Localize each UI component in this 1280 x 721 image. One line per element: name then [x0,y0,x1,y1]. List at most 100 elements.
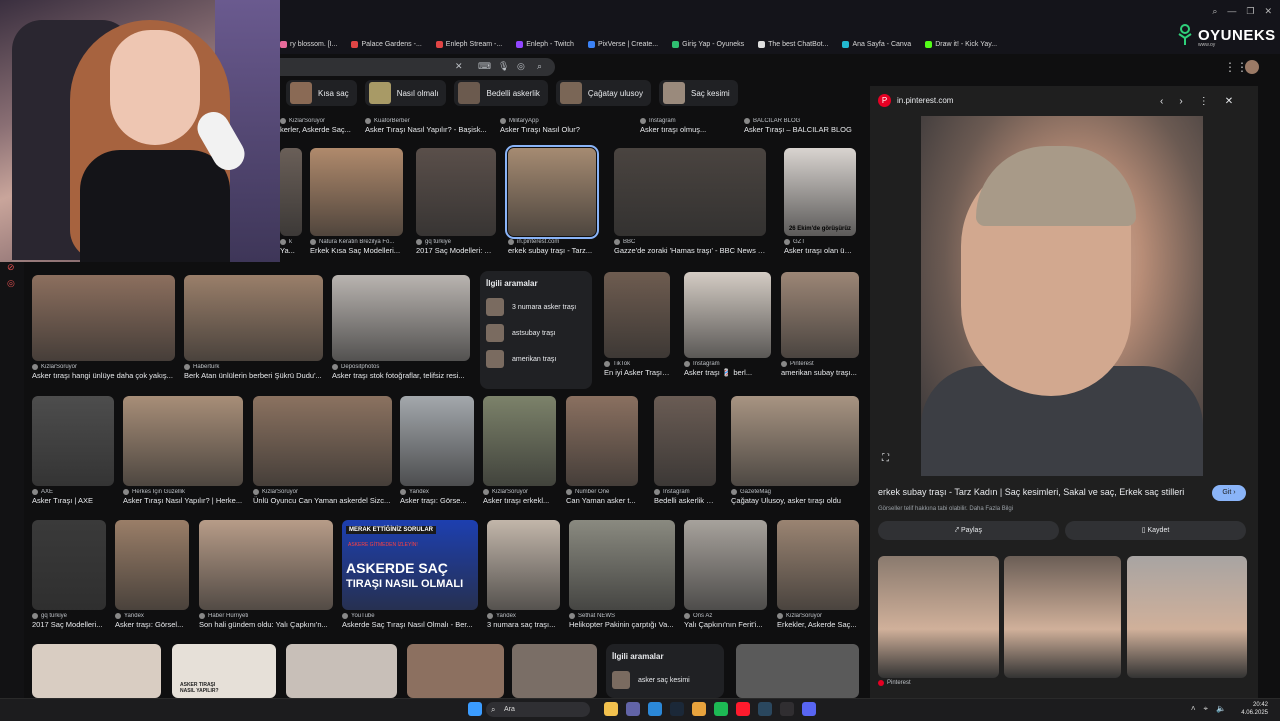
image-result[interactable]: KizlarSoruyor Asker tıraşı erkekl... [483,396,556,505]
chrome-icon[interactable] [692,702,706,716]
image-result[interactable]: KizlarSoruyor Asker tıraşı hangi ünlüye d… [32,275,175,380]
image-result[interactable] [32,644,161,698]
volume-icon[interactable]: 🔈 [1216,704,1226,714]
bookmark-item[interactable]: The best ChatBot... [758,36,828,52]
filter-chip[interactable]: Kısa saç [286,80,357,106]
image-result[interactable]: k Ya... [280,148,302,255]
image-result[interactable]: Pinterest amerikan subay traşı... [781,272,859,377]
avatar[interactable] [1245,60,1259,74]
opera-icon[interactable] [736,702,750,716]
taskbar-search[interactable]: ⌕ Ara [486,702,590,717]
panel-source[interactable]: P in.pinterest.com [878,94,953,107]
image-result[interactable]: BALCILAR BLOG Asker Tıraşı – BALCILAR BLO… [744,115,854,134]
close-icon[interactable]: ✕ [1264,6,1272,17]
bookmark-item[interactable]: Draw it! - Kick Yay... [925,36,997,52]
file-explorer-icon[interactable] [604,702,618,716]
image-result[interactable]: Haberturk Berk Atan ünlülerin berberi Şük… [184,275,323,380]
image-result[interactable]: Yandex 3 numara saç traşı... [487,520,560,629]
share-button[interactable]: ⤤ Paylaş [878,521,1059,540]
previous-icon[interactable]: ‹ [1160,96,1163,107]
keyboard-icon[interactable]: ⌨ [478,61,491,72]
search-input[interactable]: ✕ ⌨ 🎙 ◎ ⌕ [280,58,555,76]
chat-icon[interactable] [626,702,640,716]
save-button[interactable]: ▯ Kaydet [1065,521,1246,540]
image-result[interactable]: Herkes İçin Güzellik Asker Tıraşı Nasıl Y… [123,396,243,505]
image-result[interactable]: ASKER TIRAŞI NASIL YAPILIR? [172,644,276,698]
preview-image[interactable] [921,116,1203,476]
image-result[interactable]: KizlarSoruyor kerler, Askerde Saç... [280,115,360,134]
filter-chip[interactable]: Saç kesimi [659,80,738,106]
location-icon[interactable]: ⌖ [1204,704,1209,714]
lens-icon[interactable]: ◎ [517,61,525,72]
related-search-item[interactable]: asker saç kesimi [606,667,724,693]
image-result[interactable]: KizlarSoruyor Ünlü Oyuncu Can Yaman asker… [253,396,392,505]
filter-chip[interactable]: Bedelli askerlik [454,80,548,106]
steam-icon[interactable] [670,702,684,716]
filter-chip[interactable]: Nasıl olmalı [364,80,447,106]
related-image[interactable] [878,556,999,678]
panel-title[interactable]: erkek subay traşı - Tarz Kadın | Saç kes… [878,487,1198,497]
bookmark-item[interactable]: PixVerse | Create... [587,36,658,52]
image-result[interactable] [407,644,504,698]
image-result[interactable]: Number One Can Yaman asker t... [566,396,638,505]
search-icon[interactable]: ⌕ [1212,6,1217,17]
image-result[interactable] [512,644,597,698]
clock[interactable]: 20:42 4.06.2025 [1241,701,1268,717]
close-icon[interactable]: ✕ [1225,96,1233,107]
widgets-icon[interactable] [648,702,662,716]
image-result[interactable]: KizlarSoruyor Erkekler, Askerde Saç... [777,520,859,629]
bookmark-item[interactable]: Ana Sayfa - Canva [842,36,911,52]
image-result[interactable]: Instagram Asker tıraşı olmuş... [640,115,730,134]
windows-start-icon[interactable] [468,702,482,716]
next-icon[interactable]: › [1179,96,1182,107]
chevron-up-icon[interactable]: ˄ [1191,704,1196,714]
image-result[interactable]: Instagram Asker traşı 💈 berl... [684,272,771,377]
notification-icon[interactable]: ⊘ [7,262,15,273]
image-result[interactable]: Instagram Bedelli askerlik gör... [654,396,716,505]
lens-search-icon[interactable]: ⛶ [882,453,889,464]
image-result[interactable] [286,644,397,698]
image-result[interactable]: gq türkiye 2017 Saç Modelleri: As... [416,148,496,255]
bookmark-item[interactable]: ry blossom. [I... [280,36,337,52]
image-result[interactable]: gq türkiye 2017 Saç Modelleri... [32,520,106,629]
clear-icon[interactable]: ✕ [455,61,463,72]
bookmark-item[interactable]: Palace Gardens -... [351,36,422,52]
image-result[interactable]: BBC Gazze'de zoraki 'Hamas traşı' - BBC N… [614,148,766,255]
related-image[interactable] [1127,556,1247,678]
related-image[interactable] [1004,556,1121,678]
image-result[interactable]: AXE Asker Tıraşı | AXE [32,396,114,505]
minimize-icon[interactable]: — [1227,6,1236,17]
image-result[interactable]: 26 Ekim'de görüşürüz GZT Asker tıraşı olan… [784,148,856,255]
discord-icon[interactable] [802,702,816,716]
bookmark-item[interactable]: Enleph - Twitch [516,36,574,52]
steam-alt-icon[interactable] [758,702,772,716]
settings-icon[interactable]: ◎ [7,278,15,289]
restore-icon[interactable]: ❐ [1246,6,1254,17]
related-search-item[interactable]: astsubay traşı [480,320,592,346]
image-result[interactable]: Haber Hürriyeti Son hali gündem oldu: Yal… [199,520,333,629]
image-result[interactable]: Yandex Asker traşı: Görsel... [115,520,189,629]
image-result[interactable]: Yandex Asker traşı: Görse... [400,396,474,505]
bookmark-item[interactable]: Giriş Yap - Oyuneks [672,36,744,52]
image-result[interactable]: Depositphotos Asker traşı stok fotoğrafla… [332,275,470,380]
microphone-icon[interactable]: 🎙 [498,61,509,72]
bookmark-item[interactable]: Enleph Stream -... [435,36,502,52]
search-icon[interactable]: ⌕ [537,61,542,72]
image-result[interactable]: in.pinterest.com erkek subay traşı - Tarz… [505,145,599,255]
image-result[interactable]: GazeteMag Çağatay Ulusoy, asker tıraşı ol… [731,396,859,505]
related-search-item[interactable]: 3 numara asker traşı [480,294,592,320]
visit-button[interactable]: Git › [1212,485,1246,501]
spotify-icon[interactable] [714,702,728,716]
image-result[interactable]: MERAK ETTİĞİNİZ SORULAR ASKERE GİTMEDEN İ… [342,520,478,629]
image-result[interactable]: Ons Az Yalı Çapkını'nın Ferit'i... [684,520,767,629]
related-search-item[interactable]: amerikan traşı [480,346,592,372]
more-options-icon[interactable]: ⋮ [1199,96,1209,107]
image-result[interactable]: Sethat NEWS Helikopter Pakinin çarptığı V… [569,520,675,629]
image-result[interactable]: MilitaryApp Asker Tıraşı Nasıl Olur? [500,115,620,134]
image-result[interactable] [736,644,859,698]
image-result[interactable]: TikTok En iyi Asker Traşı | ... [604,272,670,377]
image-result[interactable]: KuaforBerber Asker Tıraşı Nasıl Yapılır? … [365,115,490,134]
obs-icon[interactable] [780,702,794,716]
filter-chip[interactable]: Çağatay ulusoy [555,80,651,106]
image-result[interactable]: Natura Keratin Brezilya Fö... Erkek Kısa … [310,148,403,255]
